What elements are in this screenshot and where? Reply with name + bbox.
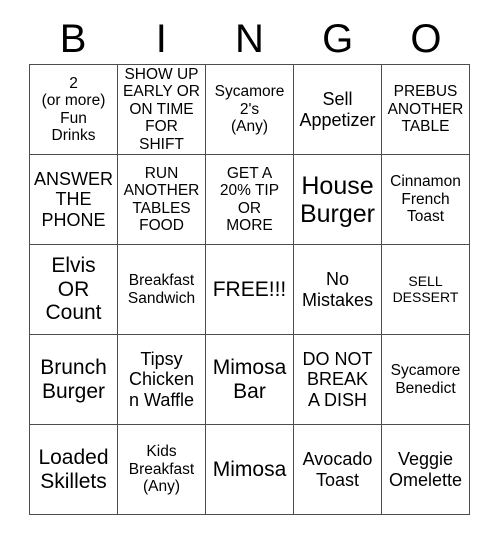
bingo-cell-r5c1[interactable]: Loaded Skillets: [30, 425, 118, 515]
bingo-cell-r1c1[interactable]: 2 (or more) Fun Drinks: [30, 65, 118, 155]
bingo-cell-label: Elvis OR Count: [45, 254, 102, 325]
bingo-cell-r5c4[interactable]: Avocado Toast: [294, 425, 382, 515]
bingo-cell-label: SELL DESSERT: [392, 272, 459, 305]
bingo-cell-label: DO NOT BREAK A DISH: [302, 349, 373, 410]
bingo-cell-r2c4[interactable]: House Burger: [294, 155, 382, 245]
bingo-cell-label: Breakfast Sandwich: [127, 272, 196, 307]
header-letter-n: N: [235, 17, 264, 61]
bingo-cell-r2c5[interactable]: Cinnamon French Toast: [382, 155, 470, 245]
bingo-cell-label: ANSWER THE PHONE: [33, 169, 113, 230]
bingo-cell-label: Loaded Skillets: [38, 445, 109, 493]
bingo-cell-r4c2[interactable]: Tipsy Chicken n Waffle: [118, 335, 206, 425]
bingo-cell-r5c5[interactable]: Veggie Omelette: [382, 425, 470, 515]
bingo-cell-label: RUN ANOTHER TABLES FOOD: [123, 164, 200, 234]
bingo-cell-label: Sell Appetizer: [299, 89, 376, 130]
bingo-cell-r3c1[interactable]: Elvis OR Count: [30, 245, 118, 335]
bingo-cell-r1c2[interactable]: SHOW UP EARLY OR ON TIME FOR SHIFT: [118, 65, 206, 155]
bingo-cell-label: Veggie Omelette: [388, 449, 463, 490]
bingo-cell-label: 2 (or more) Fun Drinks: [41, 74, 106, 144]
bingo-cell-label: House Burger: [299, 171, 376, 228]
bingo-cell-label: Sycamore 2's (Any): [214, 83, 285, 136]
bingo-cell-r4c3[interactable]: Mimosa Bar: [206, 335, 294, 425]
bingo-cell-label: SHOW UP EARLY OR ON TIME FOR SHIFT: [123, 66, 200, 153]
bingo-cell-r2c3[interactable]: GET A 20% TIP OR MORE: [206, 155, 294, 245]
bingo-cell-r1c3[interactable]: Sycamore 2's (Any): [206, 65, 294, 155]
bingo-cell-label: Kids Breakfast (Any): [128, 443, 195, 496]
header-letter-g: G: [322, 17, 354, 61]
bingo-cell-r4c1[interactable]: Brunch Burger: [30, 335, 118, 425]
bingo-cell-label: Tipsy Chicken n Waffle: [128, 349, 195, 410]
bingo-cell-label: FREE!!!: [212, 277, 287, 301]
bingo-cell-label: Mimosa: [212, 457, 287, 481]
bingo-cell-r1c4[interactable]: Sell Appetizer: [294, 65, 382, 155]
bingo-cell-r4c4[interactable]: DO NOT BREAK A DISH: [294, 335, 382, 425]
bingo-cell-r3c4[interactable]: No Mistakes: [294, 245, 382, 335]
bingo-cell-r3c2[interactable]: Breakfast Sandwich: [118, 245, 206, 335]
bingo-card: B I N G O 2 (or more) Fun Drinks SHOW UP …: [29, 14, 470, 515]
bingo-cell-label: Brunch Burger: [40, 355, 107, 403]
header-letter-o: O: [410, 17, 442, 61]
bingo-cell-label: PREBUS ANOTHER TABLE: [387, 83, 464, 136]
bingo-cell-label: Mimosa Bar: [212, 355, 287, 403]
bingo-cell-r2c1[interactable]: ANSWER THE PHONE: [30, 155, 118, 245]
bingo-cell-r3c5[interactable]: SELL DESSERT: [382, 245, 470, 335]
bingo-cell-label: Cinnamon French Toast: [390, 173, 461, 226]
header-letter-i: I: [155, 17, 167, 61]
bingo-cell-label: GET A 20% TIP OR MORE: [219, 164, 280, 234]
bingo-cell-r1c5[interactable]: PREBUS ANOTHER TABLE: [382, 65, 470, 155]
bingo-cell-r5c2[interactable]: Kids Breakfast (Any): [118, 425, 206, 515]
header-letter-b: B: [59, 17, 87, 61]
bingo-grid: 2 (or more) Fun Drinks SHOW UP EARLY OR O…: [29, 64, 470, 515]
bingo-cell-r2c2[interactable]: RUN ANOTHER TABLES FOOD: [118, 155, 206, 245]
bingo-cell-r3c3[interactable]: FREE!!!: [206, 245, 294, 335]
bingo-cell-label: Avocado Toast: [302, 449, 373, 490]
bingo-header: B I N G O: [29, 14, 470, 64]
bingo-cell-r4c5[interactable]: Sycamore Benedict: [382, 335, 470, 425]
bingo-cell-label: Sycamore Benedict: [390, 362, 461, 397]
bingo-cell-label: No Mistakes: [301, 269, 373, 310]
bingo-cell-r5c3[interactable]: Mimosa: [206, 425, 294, 515]
